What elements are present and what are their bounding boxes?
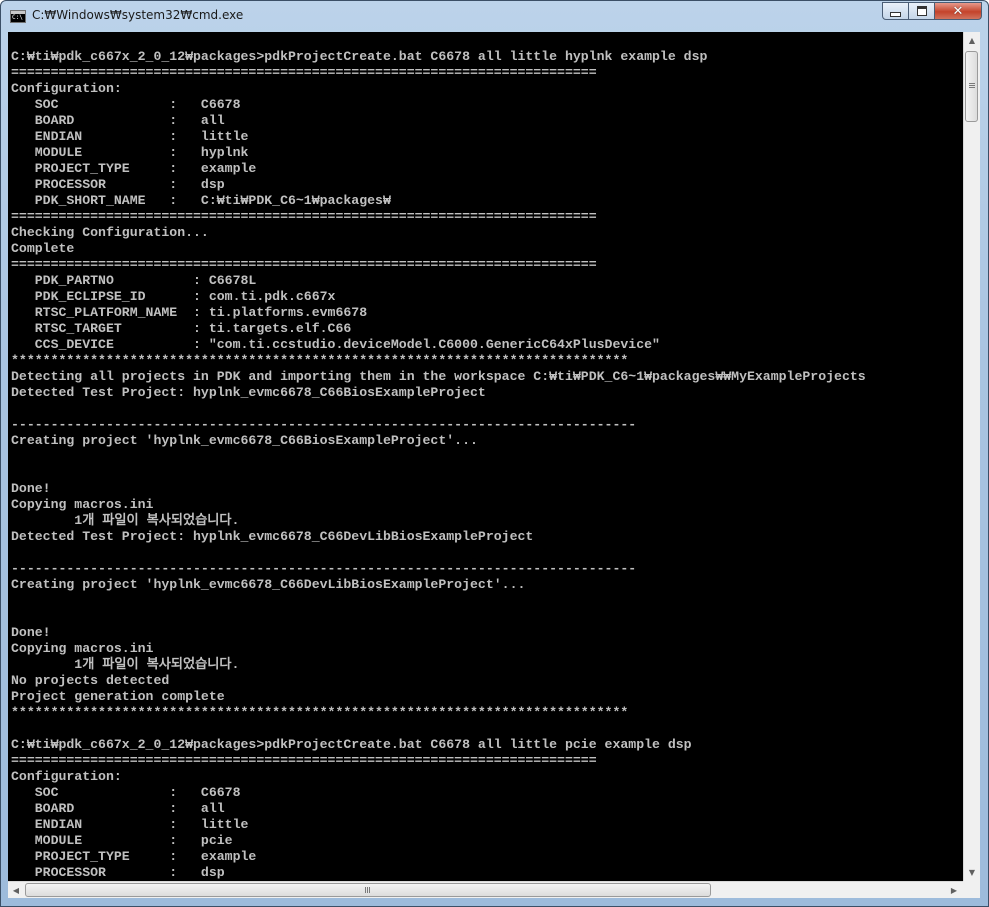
console-line: Detected Test Project: hyplnk_evmc6678_C… <box>11 529 534 544</box>
vertical-scrollbar[interactable]: ▲ ▼ <box>963 32 980 881</box>
console-client-area[interactable]: C:₩ti₩pdk_c667x_2_0_12₩packages>pdkProje… <box>8 32 980 898</box>
console-line: ****************************************… <box>11 705 629 720</box>
console-line: Done! <box>11 481 51 496</box>
console-line: BOARD : all <box>11 113 225 128</box>
horizontal-scrollbar[interactable]: ◀ ▶ <box>8 881 963 898</box>
close-button[interactable]: ✕ <box>935 2 982 20</box>
console-line: SOC : C6678 <box>11 97 241 112</box>
maximize-button[interactable] <box>909 2 935 20</box>
scroll-down-arrow-icon[interactable]: ▼ <box>964 864 980 881</box>
cmd-window: C:₩Windows₩system32₩cmd.exe ✕ C:₩ti₩pdk_… <box>0 0 989 907</box>
console-line: No projects detected <box>11 673 170 688</box>
console-output[interactable]: C:₩ti₩pdk_c667x_2_0_12₩packages>pdkProje… <box>11 49 963 884</box>
console-line: Complete <box>11 241 75 256</box>
console-line: Creating project 'hyplnk_evmc6678_C66Bio… <box>11 433 478 448</box>
console-line: 1개 파일이 복사되었습니다. <box>11 657 240 672</box>
minimize-button[interactable] <box>882 2 909 20</box>
scroll-right-arrow-icon[interactable]: ▶ <box>946 882 962 898</box>
console-line: Copying macros.ini <box>11 497 154 512</box>
console-line: Configuration: <box>11 81 122 96</box>
maximize-icon <box>916 6 927 16</box>
console-line: PROCESSOR : dsp <box>11 865 225 880</box>
scroll-up-arrow-icon[interactable]: ▲ <box>964 32 980 49</box>
console-line: C:₩ti₩pdk_c667x_2_0_12₩packages>pdkProje… <box>11 49 708 64</box>
console-line: ****************************************… <box>11 353 629 368</box>
console-line: PROJECT_TYPE : example <box>11 161 257 176</box>
console-line: Detected Test Project: hyplnk_evmc6678_C… <box>11 385 486 400</box>
console-line: PDK_PARTNO : C6678L <box>11 273 257 288</box>
console-line: ----------------------------------------… <box>11 561 637 576</box>
console-line: Copying macros.ini <box>11 641 154 656</box>
console-line: PDK_SHORT_NAME : C:₩ti₩PDK_C6~1₩packages… <box>11 193 391 208</box>
horizontal-scroll-thumb[interactable] <box>25 883 711 897</box>
caption-buttons: ✕ <box>882 2 982 22</box>
vertical-scroll-thumb[interactable] <box>965 51 978 122</box>
window-title: C:₩Windows₩system32₩cmd.exe <box>32 8 244 22</box>
console-line: Detecting all projects in PDK and import… <box>11 369 866 384</box>
minimize-icon <box>890 11 901 17</box>
console-line: RTSC_PLATFORM_NAME : ti.platforms.evm667… <box>11 305 368 320</box>
console-line: ENDIAN : little <box>11 817 249 832</box>
console-line: Checking Configuration... <box>11 225 209 240</box>
console-app-icon[interactable] <box>10 10 26 23</box>
scroll-left-arrow-icon[interactable]: ◀ <box>8 882 24 898</box>
console-line: C:₩ti₩pdk_c667x_2_0_12₩packages>pdkProje… <box>11 737 692 752</box>
console-line: ========================================… <box>11 65 597 80</box>
console-line: ========================================… <box>11 209 597 224</box>
console-line: ENDIAN : little <box>11 129 249 144</box>
console-line: MODULE : hyplnk <box>11 145 249 160</box>
console-line: Creating project 'hyplnk_evmc6678_C66Dev… <box>11 577 526 592</box>
title-bar[interactable]: C:₩Windows₩system32₩cmd.exe ✕ <box>1 1 988 32</box>
console-line: PDK_ECLIPSE_ID : com.ti.pdk.c667x <box>11 289 336 304</box>
console-line: PROCESSOR : dsp <box>11 177 225 192</box>
console-line: RTSC_TARGET : ti.targets.elf.C66 <box>11 321 352 336</box>
console-line: MODULE : pcie <box>11 833 233 848</box>
console-line: ========================================… <box>11 257 597 272</box>
console-line: ----------------------------------------… <box>11 417 637 432</box>
console-line: Configuration: <box>11 769 122 784</box>
close-icon: ✕ <box>952 3 964 19</box>
console-line: Done! <box>11 625 51 640</box>
console-line: ========================================… <box>11 753 597 768</box>
console-line: SOC : C6678 <box>11 785 241 800</box>
scrollbar-corner <box>963 881 980 898</box>
console-line: Project generation complete <box>11 689 225 704</box>
console-line: PROJECT_TYPE : example <box>11 849 257 864</box>
console-line: 1개 파일이 복사되었습니다. <box>11 513 240 528</box>
console-line: BOARD : all <box>11 801 225 816</box>
console-line: CCS_DEVICE : "com.ti.ccstudio.deviceMode… <box>11 337 660 352</box>
